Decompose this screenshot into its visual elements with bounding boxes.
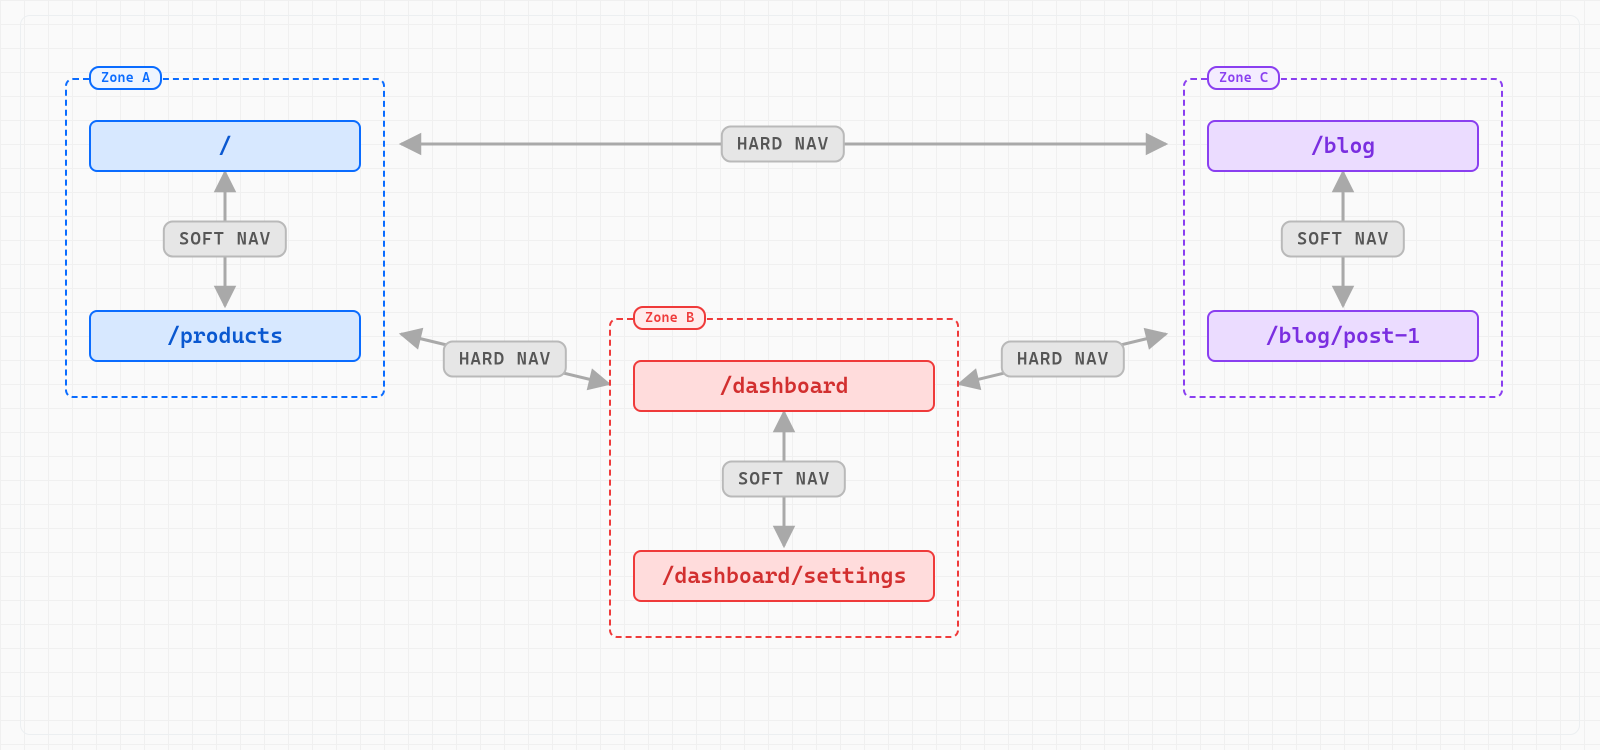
route-c-2: /blog/post-1 (1207, 310, 1479, 362)
softnav-pill-a: SOFT NAV (163, 221, 287, 258)
route-b-1: /dashboard (633, 360, 935, 412)
route-c-1: /blog (1207, 120, 1479, 172)
route-b-2: /dashboard/settings (633, 550, 935, 602)
softnav-pill-c: SOFT NAV (1281, 221, 1405, 258)
diagram-stage: Zone A / /products Zone B /dashboard /da… (20, 15, 1580, 735)
hardnav-pill-bc: HARD NAV (1001, 341, 1125, 378)
hardnav-pill-ac: HARD NAV (721, 126, 845, 163)
route-a-2: /products (89, 310, 361, 362)
zone-b-label: Zone B (633, 306, 706, 330)
zone-c-label: Zone C (1207, 66, 1280, 90)
zone-a-label: Zone A (89, 66, 162, 90)
route-a-1: / (89, 120, 361, 172)
softnav-pill-b: SOFT NAV (722, 461, 846, 498)
hardnav-pill-ab: HARD NAV (443, 341, 567, 378)
